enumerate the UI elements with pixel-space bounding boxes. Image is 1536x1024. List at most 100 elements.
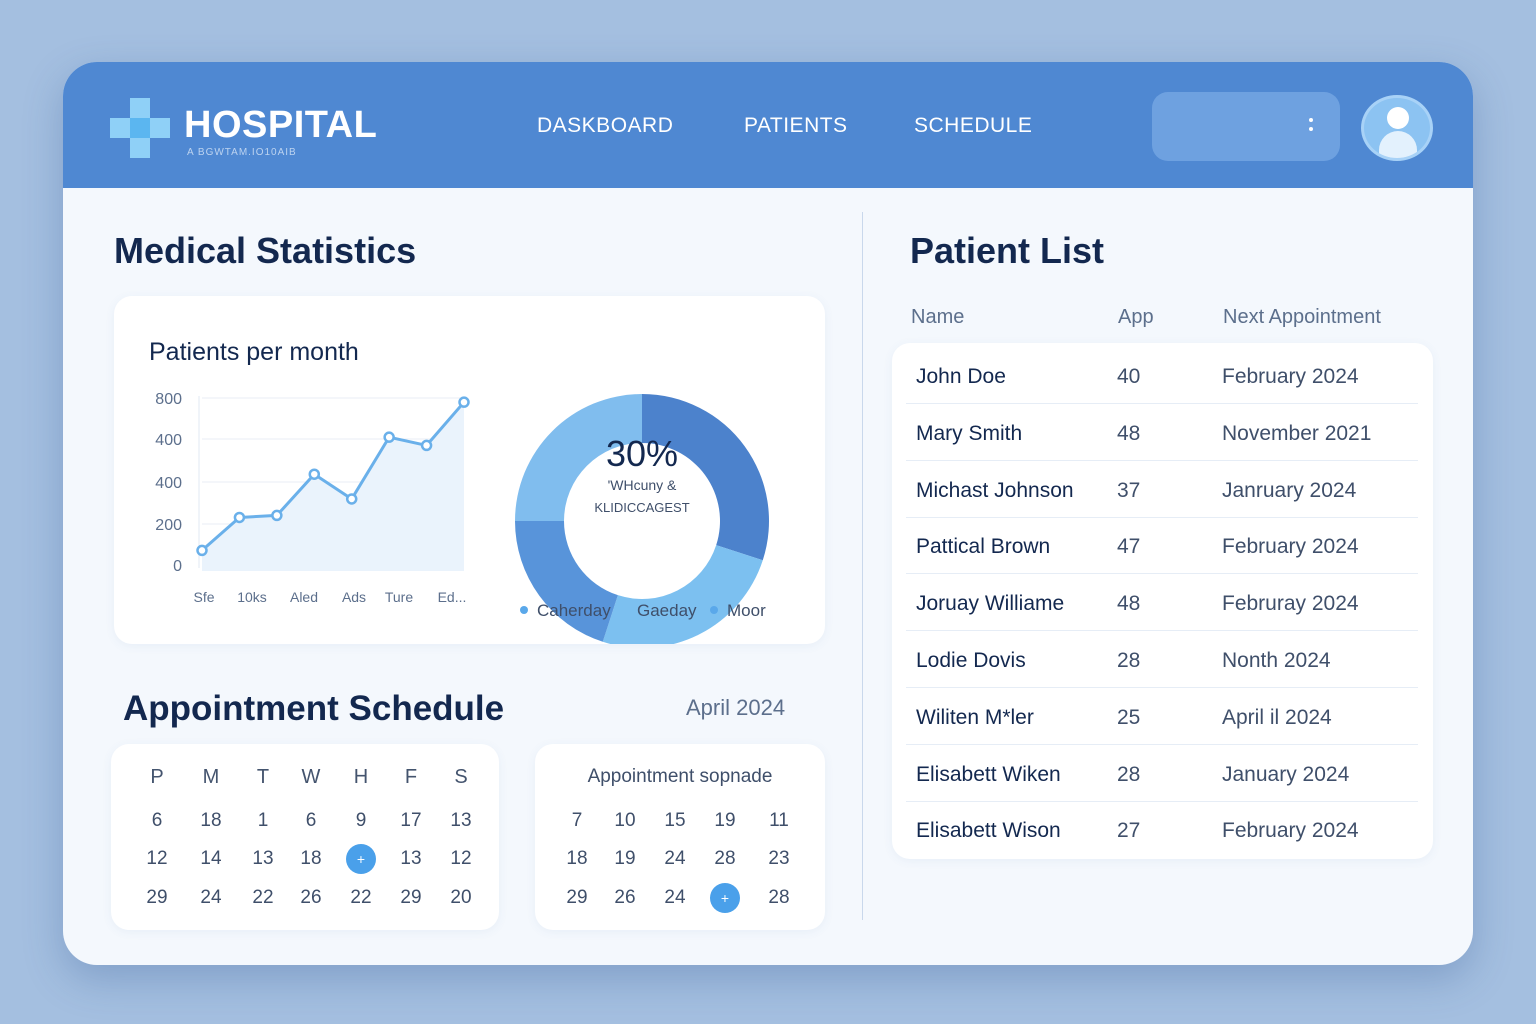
nav-dashboard[interactable]: DASKBOARD [537,114,673,138]
patient-next-appointment: February 2024 [1222,365,1359,388]
calendar-day[interactable]: 20 [441,887,481,909]
calendar-day[interactable]: 22 [341,887,381,909]
calendar-card-primary: P M T W H F S 6 18 1 6 9 17 13 12 14 13 18 +13 12 29 24 22 26 22… [111,744,499,930]
column-header-next-appointment[interactable]: Next Appointment [1223,306,1381,329]
y-tick-label: 400 [155,475,182,492]
patient-name: Pattical Brown [916,535,1051,559]
patient-row[interactable]: Wiliten M*ler 25 April il 2024 [906,688,1418,745]
calendar-day[interactable]: 6 [291,810,331,832]
patient-app: 37 [1117,478,1141,502]
nav-patients[interactable]: PATIENTS [744,114,848,138]
legend-label: Gaeday [637,601,697,620]
weekday-label: W [301,766,321,788]
legend-label: Moor [727,601,766,620]
calendar-day[interactable]: 24 [655,848,695,870]
patient-table: John Doe 40 February 2024 Mary Smith 48 Novem… [892,343,1433,859]
calendar-day[interactable]: 10 [605,810,645,832]
patient-app: 27 [1117,819,1141,843]
weekday-label: S [454,766,468,788]
x-tick-label: 10ks [237,589,267,605]
x-tick-label: Sfe [193,589,214,605]
calendar-day[interactable]: 14 [191,848,231,870]
patient-row[interactable]: Pattical Brown 47 February 2024 [906,517,1418,575]
calendar-day[interactable]: 13 [441,810,481,832]
calendar-day[interactable]: 26 [291,887,331,909]
calendar-day[interactable]: 24 [191,887,231,909]
y-tick-label: 0 [173,558,182,575]
weekday-label: F [404,766,418,788]
donut-slice [602,545,763,644]
calendar-day[interactable]: 29 [557,887,597,909]
nav-schedule[interactable]: SCHEDULE [914,114,1032,138]
patient-row[interactable]: Joruay Williame 48 Februray 2024 [906,574,1418,632]
line-chart-point [383,431,395,443]
calendar-day[interactable]: 29 [391,887,431,909]
legend-marker [710,606,718,614]
calendar-day[interactable]: 11 [759,810,799,832]
line-chart-point [458,396,470,408]
calendar-day[interactable]: 22 [243,887,283,909]
calendar-day[interactable]: 28 [705,848,745,870]
calendar-day[interactable]: 15 [655,810,695,832]
line-chart-point [196,544,208,557]
calendar-day[interactable]: 18 [291,848,331,870]
patient-next-appointment: January 2024 [1222,762,1350,786]
patient-app: 48 [1117,421,1141,445]
legend-label: Caherday [537,601,611,620]
calendar-day[interactable]: 12 [441,848,481,870]
patient-next-appointment: Februray 2024 [1222,592,1359,616]
x-tick-label: Aled [290,589,318,605]
schedule-month[interactable]: April 2024 [686,695,785,721]
kebab-menu-icon[interactable] [1308,118,1314,136]
search-box[interactable] [1152,92,1340,161]
calendar-day[interactable]: 9 [341,810,381,832]
calendar-day[interactable]: 6 [137,810,177,832]
patient-row[interactable]: John Doe 40 February 2024 [906,347,1418,404]
column-header-name[interactable]: Name [911,306,964,329]
calendar-day[interactable]: 23 [759,848,799,870]
calendar-day-selected[interactable]: + [341,844,381,874]
calendar-day[interactable]: 24 [655,887,695,909]
patient-row[interactable]: Elisabett Wison 27 February 2024 [906,801,1418,858]
calendar-day-selected[interactable]: + [705,883,745,913]
x-tick-label: Ture [385,589,413,605]
weekday-label: T [256,766,270,788]
patient-row[interactable]: Elisabett Wiken 28 January 2024 [906,745,1418,802]
line-chart-point [420,439,433,452]
calendar-day[interactable]: 13 [391,848,431,870]
patient-row[interactable]: Mary Smith 48 November 2021 [906,404,1418,461]
calendar-day[interactable]: 29 [137,887,177,909]
patient-next-appointment: November 2021 [1222,421,1372,445]
patient-app: 40 [1117,365,1141,388]
calendar-day[interactable]: 19 [605,848,645,870]
calendar-day[interactable]: 7 [557,810,597,832]
weekday-label: M [202,766,220,788]
user-avatar-icon[interactable] [1361,95,1433,161]
calendar-day[interactable]: 12 [137,848,177,870]
legend-marker [620,606,628,614]
app-title: HOSPITAL [184,104,378,146]
calendar-day[interactable]: 18 [191,810,231,832]
weekday-label: P [150,766,164,788]
statistics-card: Patients per month 800 400 400 200 0 Sfe 10ks A… [114,296,825,644]
medical-cross-icon [110,98,170,158]
calendar-day[interactable]: 18 [557,848,597,870]
patient-name: Lodie Dovis [916,649,1026,672]
patient-list-title: Patient List [910,230,1105,271]
patient-app: 28 [1117,762,1141,786]
calendar-day[interactable]: 26 [605,887,645,909]
calendar-day[interactable]: 13 [243,848,283,870]
calendar-day[interactable]: 28 [759,887,799,909]
calendar-day[interactable]: 19 [705,810,745,832]
patient-row[interactable]: Lodie Dovis 28 Nonth 2024 [906,631,1418,688]
calendar-day[interactable]: 1 [243,810,283,832]
x-tick-label: Ed... [438,589,467,605]
donut-center-value: 30% [606,433,678,474]
column-header-app[interactable]: App [1118,306,1154,329]
patient-name: Elisabett Wiken [916,762,1061,786]
medical-statistics-title: Medical Statistics [114,230,417,271]
patient-next-appointment: April il 2024 [1222,705,1332,729]
calendar-day[interactable]: 17 [391,810,431,832]
patient-app: 48 [1117,592,1141,616]
patient-row[interactable]: Michast Johnson 37 Janruary 2024 [906,461,1418,518]
